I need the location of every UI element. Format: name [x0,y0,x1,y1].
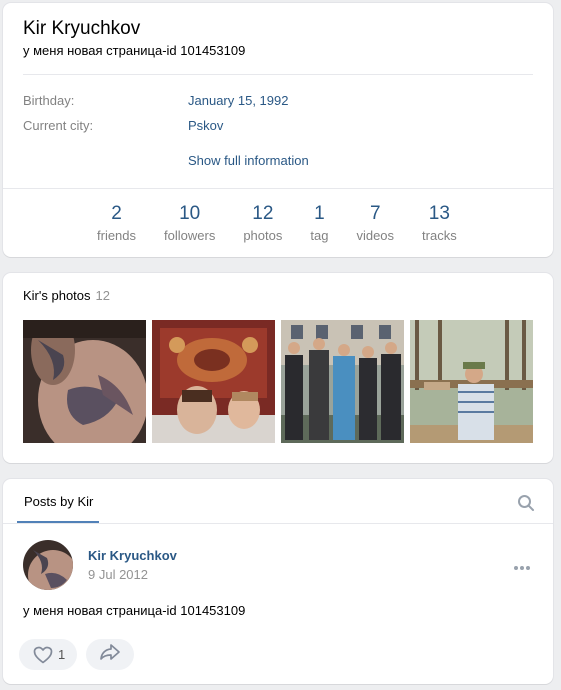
profile-counters: 2 friends 10 followers 12 photos 1 tag 7… [83,202,471,245]
photo-thumbnail[interactable] [23,320,146,443]
photos-title: Kir's photos [23,288,91,303]
share-icon [99,643,121,666]
counter-number: 10 [179,203,201,224]
counter-tracks[interactable]: 13 tracks [422,202,457,245]
counter-label: videos [356,228,395,243]
counter-label: tag [310,228,329,243]
more-options-icon[interactable] [513,559,531,570]
like-count: 1 [58,647,66,662]
post-author-link[interactable]: Kir Kryuchkov [88,548,177,563]
counter-label: followers [164,228,216,243]
profile-status: у меня новая страница-id 101453109 [23,43,246,58]
counter-number: 1 [314,203,325,224]
counter-label: tracks [422,228,457,243]
counter-followers[interactable]: 10 followers [164,202,215,245]
posts-card: Posts by Kir Kir Kryuchkov 9 Jul 2012 у … [3,479,553,684]
birthday-link[interactable]: January 15, 1992 [188,93,288,108]
counter-tag[interactable]: 1 tag [310,202,328,245]
photo-thumbnail[interactable] [281,320,404,443]
share-button[interactable] [86,639,134,670]
photo-thumbnail[interactable] [410,320,533,443]
post-date-link[interactable]: 9 Jul 2012 [88,567,148,582]
photos-row [23,320,539,443]
counter-label: photos [243,228,283,243]
show-full-info-link[interactable]: Show full information [188,153,309,168]
city-link[interactable]: Pskov [188,118,223,133]
search-icon[interactable] [517,494,535,512]
photos-card: Kir's photos 12 [3,273,553,463]
tab-posts-by-kir[interactable]: Posts by Kir [17,479,100,524]
counter-number: 13 [428,203,450,224]
post-text: у меня новая страница-id 101453109 [23,603,246,618]
profile-divider [23,74,533,75]
counter-videos[interactable]: 7 videos [356,202,394,245]
counter-friends[interactable]: 2 friends [97,202,136,245]
profile-name: Kir Kryuchkov [23,18,141,39]
profile-card: Kir Kryuchkov у меня новая страница-id 1… [3,3,553,257]
heart-icon [33,646,53,664]
avatar[interactable] [23,540,73,590]
counters-divider [3,188,553,189]
photo-thumbnail[interactable] [152,320,275,443]
counter-number: 12 [252,203,274,224]
counter-number: 2 [111,203,122,224]
tab-divider [3,523,553,524]
counter-label: friends [97,228,137,243]
city-label: Current city: [23,118,94,133]
birthday-label: Birthday: [23,93,75,108]
like-button[interactable]: 1 [19,639,77,670]
photos-count: 12 [95,288,110,303]
photos-header[interactable]: Kir's photos 12 [23,288,110,303]
counter-number: 7 [369,203,381,224]
counter-photos[interactable]: 12 photos [243,202,282,245]
